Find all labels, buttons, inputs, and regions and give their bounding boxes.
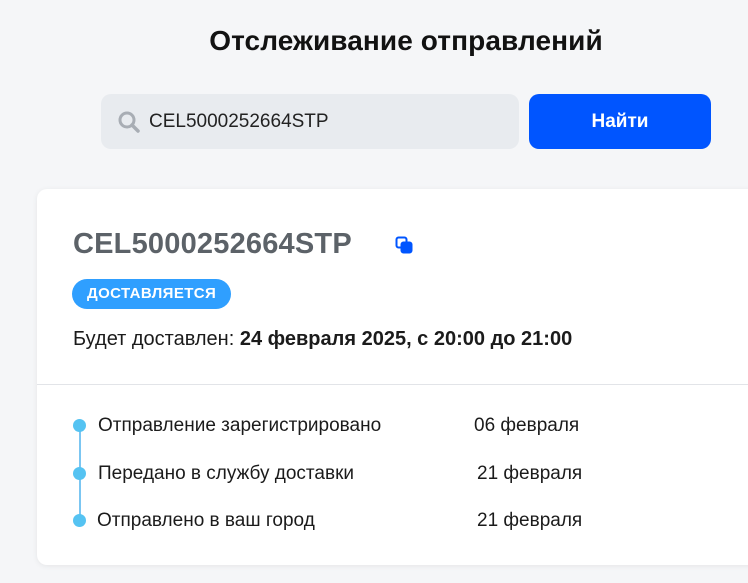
status-badge: ДОСТАВЛЯЕТСЯ bbox=[72, 279, 232, 309]
delivery-date: 24 февраля 2025, с 20:00 до 21:00 bbox=[239, 328, 573, 350]
search-box[interactable] bbox=[101, 94, 519, 149]
search-input[interactable] bbox=[149, 110, 479, 133]
timeline-item: Отправление зарегистрировано 06 февраля bbox=[37, 412, 748, 440]
timeline-date: 06 февраля bbox=[474, 415, 580, 436]
delivery-prefix: Будет доставлен: bbox=[73, 328, 240, 350]
timeline-label: Отправление зарегистрировано bbox=[98, 415, 382, 436]
shipment-timeline: Отправление зарегистрировано 06 февраля … bbox=[37, 407, 748, 539]
timeline-date: 21 февраля bbox=[477, 510, 583, 531]
timeline-dot bbox=[73, 467, 86, 480]
page-title: Отслеживание отправлений bbox=[209, 25, 603, 56]
tracking-page: Отслеживание отправлений Найти CEL500025… bbox=[0, 0, 748, 583]
find-button[interactable]: Найти bbox=[529, 94, 711, 149]
search-icon bbox=[118, 111, 140, 133]
timeline-label: Отправлено в ваш город bbox=[97, 510, 315, 531]
timeline-item: Передано в службу доставки 21 февраля bbox=[37, 460, 748, 488]
timeline-date: 21 февраля bbox=[477, 463, 583, 484]
track-number: CEL5000252664STP bbox=[73, 228, 352, 260]
shipment-card: CEL5000252664STP ДОСТАВЛЯЕТСЯ Будет дост… bbox=[37, 189, 748, 565]
divider bbox=[37, 384, 748, 385]
timeline-item: Отправлено в ваш город 21 февраля bbox=[37, 507, 748, 535]
timeline-label: Передано в службу доставки bbox=[98, 463, 354, 484]
timeline-dot bbox=[73, 419, 86, 432]
copy-icon[interactable] bbox=[395, 236, 413, 254]
timeline-dot bbox=[73, 514, 86, 527]
delivery-info: Будет доставлен: 24 февраля 2025, с 20:0… bbox=[73, 328, 572, 351]
